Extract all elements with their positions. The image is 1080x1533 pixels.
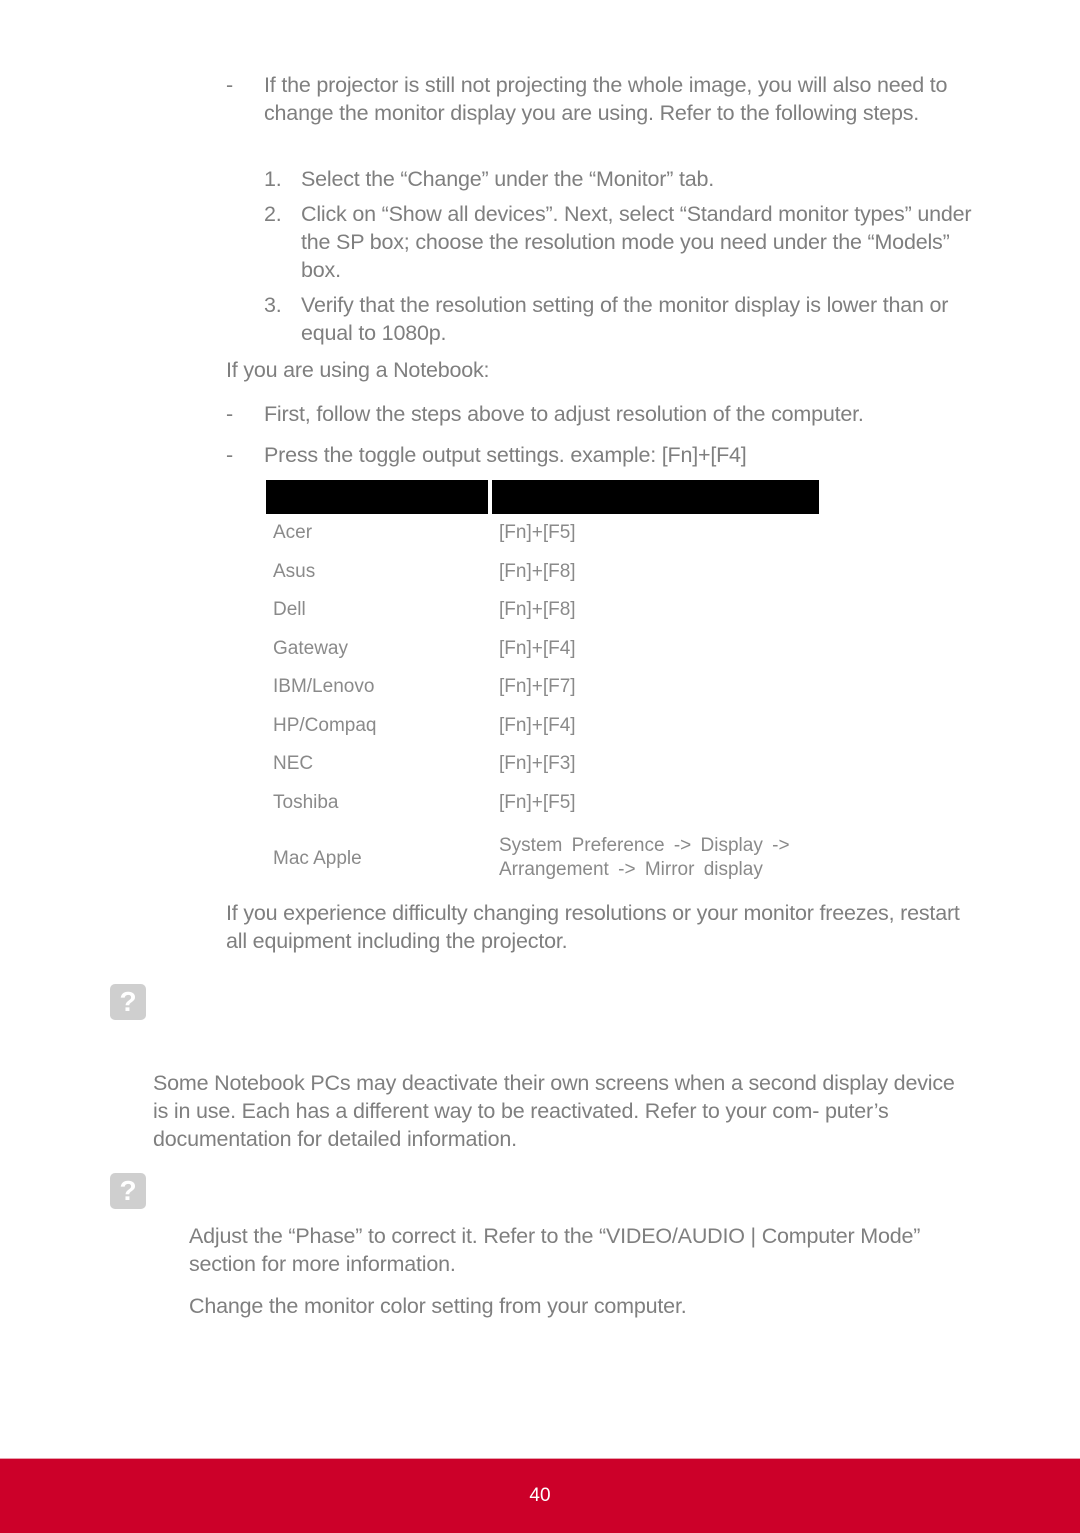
notebook-heading: If you are using a Notebook: xyxy=(226,358,490,382)
keys-cell: System Preference -> Display -> Arrangem… xyxy=(499,835,790,880)
keys-cell: [Fn]+[F8] xyxy=(499,599,576,620)
step-item: 3. Verify that the resolution setting of… xyxy=(264,291,984,347)
question-icon: ? xyxy=(110,1173,146,1209)
notebook-bullet-text: First, follow the steps above to adjust … xyxy=(264,402,864,426)
keys-cell: [Fn]+[F4] xyxy=(499,715,576,736)
faq-1-answer: Some Notebook PCs may deactivate their o… xyxy=(153,1071,955,1151)
bullet-dash: - xyxy=(226,443,233,467)
keys-cell: [Fn]+[F4] xyxy=(499,638,576,659)
keys-cell: [Fn]+[F3] xyxy=(499,753,576,774)
step-text: Select the “Change” under the “Monitor” … xyxy=(301,167,715,191)
freeze-note: If you experience difficulty changing re… xyxy=(226,901,960,953)
header-cell-keys xyxy=(492,480,819,514)
faq-2-answer: Change the monitor color setting from yo… xyxy=(189,1294,687,1318)
brand-cell: Toshiba xyxy=(273,792,339,813)
keys-cell: [Fn]+[F5] xyxy=(499,792,576,813)
notebook-bullet: - First, follow the steps above to adjus… xyxy=(226,400,986,428)
brand-cell: Mac Apple xyxy=(273,848,362,869)
step-item: 1. Select the “Change” under the “Monito… xyxy=(264,165,984,193)
table-header xyxy=(266,480,819,514)
keys-cell: [Fn]+[F7] xyxy=(499,676,576,697)
intro-bullet: - If the projector is still not projecti… xyxy=(226,71,986,127)
step-number: 1. xyxy=(264,167,282,191)
question-icon: ? xyxy=(110,984,146,1020)
brand-cell: Asus xyxy=(273,561,316,582)
brand-cell: HP/Compaq xyxy=(273,715,377,736)
bullet-dash: - xyxy=(226,402,233,426)
faq-2-answer: Adjust the “Phase” to correct it. Refer … xyxy=(189,1224,921,1276)
keys-cell: [Fn]+[F8] xyxy=(499,561,576,582)
bullet-dash: - xyxy=(226,73,233,97)
notebook-bullet: - Press the toggle output settings. exam… xyxy=(226,441,986,469)
header-cell-brand xyxy=(266,480,488,514)
brand-cell: Acer xyxy=(273,522,313,543)
table-row: Mac Apple System Preference -> Display -… xyxy=(266,834,819,886)
hotkey-table: Acer [Fn]+[F5] Asus [Fn]+[F8] Dell [Fn]+… xyxy=(266,480,819,880)
intro-bullet-text: If the projector is still not projecting… xyxy=(264,73,948,125)
step-text: Verify that the resolution setting of th… xyxy=(301,293,949,345)
page-number: 40 xyxy=(529,1485,551,1506)
step-number: 2. xyxy=(264,202,282,226)
step-number: 3. xyxy=(264,293,282,317)
brand-cell: Dell xyxy=(273,599,306,620)
brand-cell: Gateway xyxy=(273,638,348,659)
keys-cell: [Fn]+[F5] xyxy=(499,522,576,543)
brand-cell: IBM/Lenovo xyxy=(273,676,375,697)
brand-cell: NEC xyxy=(273,753,314,774)
step-text: Click on “Show all devices”. Next, selec… xyxy=(301,202,972,282)
notebook-bullet-text: Press the toggle output settings. exampl… xyxy=(264,443,747,467)
step-item: 2. Click on “Show all devices”. Next, se… xyxy=(264,200,984,284)
